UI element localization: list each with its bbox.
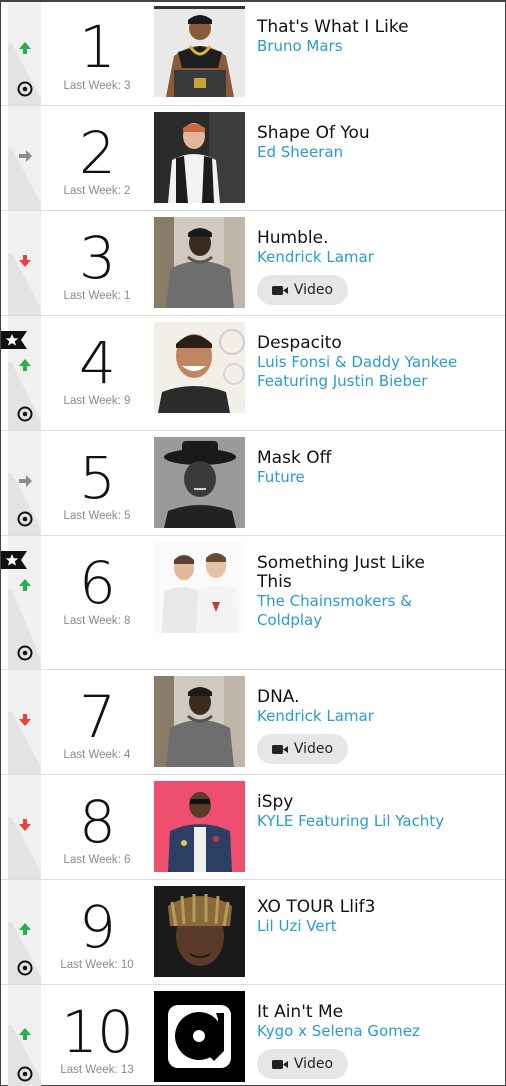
vinyl-record-icon (154, 991, 245, 1082)
chart-row: 8 Last Week: 6 iSpy KYLE Featuring Lil Y… (1, 775, 505, 880)
rank-number: 1 (79, 13, 116, 81)
target-icon[interactable] (17, 1066, 33, 1082)
new-peak-star-icon (1, 331, 27, 349)
chart-row: 9 Last Week: 10 XO TOUR Llif3 Lil Uzi Ve… (1, 880, 505, 985)
last-week: Last Week: 9 (63, 395, 131, 407)
trend-down-icon (16, 816, 34, 834)
song-title[interactable]: That's What I Like (257, 18, 497, 37)
last-week: Last Week: 13 (60, 1064, 134, 1076)
trend-up-icon (16, 39, 34, 57)
rank-number: 7 (79, 683, 116, 751)
trend-sidebar (8, 211, 41, 315)
song-title[interactable]: Despacito (257, 334, 497, 353)
album-art[interactable] (154, 542, 245, 633)
last-week: Last Week: 6 (63, 854, 131, 866)
artist-link[interactable]: Lil Uzi Vert (257, 917, 497, 936)
chart-row: 7 Last Week: 4 DNA. Kendrick Lamar Video (1, 670, 505, 775)
artist-link[interactable]: Ed Sheeran (257, 143, 497, 162)
trend-sidebar (8, 670, 41, 774)
trend-sidebar (8, 775, 41, 879)
song-title[interactable]: It Ain't Me (257, 1003, 497, 1022)
song-title[interactable]: Shape Of You (257, 124, 497, 143)
song-title[interactable]: XO TOUR Llif3 (257, 898, 497, 917)
song-title[interactable]: Humble. (257, 229, 497, 248)
target-icon[interactable] (17, 406, 33, 422)
album-art[interactable] (154, 886, 245, 977)
album-art[interactable] (154, 217, 245, 308)
album-art[interactable] (154, 6, 245, 97)
new-peak-star-icon (1, 551, 27, 569)
video-button[interactable]: Video (257, 1049, 348, 1079)
video-button[interactable]: Video (257, 734, 348, 764)
song-title[interactable]: Mask Off (257, 449, 497, 468)
rank-number: 10 (61, 998, 134, 1066)
video-camera-icon (271, 285, 288, 295)
chart-row: 4 Last Week: 9 Despacito Luis Fonsi & Da… (1, 316, 505, 431)
video-camera-icon (271, 1059, 288, 1069)
artist-link[interactable]: Future (257, 468, 497, 487)
artist-link[interactable]: Luis Fonsi & Daddy Yankee (257, 353, 497, 372)
video-camera-icon (271, 744, 288, 754)
artist-link-featuring[interactable]: Featuring Justin Bieber (257, 372, 497, 391)
rank-number: 2 (79, 119, 116, 187)
trend-same-icon (16, 472, 34, 490)
target-icon[interactable] (17, 645, 33, 661)
rank-number: 4 (79, 329, 116, 397)
chart-row: 3 Last Week: 1 Humble. Kendrick Lamar Vi… (1, 211, 505, 316)
trend-up-icon (16, 1025, 34, 1043)
target-icon[interactable] (17, 81, 33, 97)
rank-number: 3 (79, 224, 116, 292)
trend-up-icon (16, 356, 34, 374)
last-week: Last Week: 8 (63, 615, 131, 627)
album-art[interactable] (154, 437, 245, 528)
song-title[interactable]: Something Just Like This (257, 554, 457, 592)
album-art[interactable] (154, 676, 245, 767)
artist-link[interactable]: Kendrick Lamar (257, 248, 497, 267)
target-icon[interactable] (17, 960, 33, 976)
rank-number: 6 (79, 549, 116, 617)
trend-sidebar (8, 431, 41, 535)
rank-number: 9 (79, 893, 116, 961)
chart-row: 2 Last Week: 2 Shape Of You Ed Sheeran (1, 106, 505, 211)
trend-sidebar (8, 106, 41, 210)
artist-link-line2[interactable]: Coldplay (257, 611, 497, 630)
trend-up-icon (16, 920, 34, 938)
trend-down-icon (16, 252, 34, 270)
trend-sidebar (8, 2, 41, 105)
video-label: Video (293, 1056, 334, 1072)
trend-up-icon (16, 576, 34, 594)
last-week: Last Week: 10 (60, 959, 134, 971)
trend-down-icon (16, 711, 34, 729)
album-art[interactable] (154, 112, 245, 203)
chart-list: 1 Last Week: 3 That's What I Like Bruno … (0, 0, 506, 1086)
chart-row: 1 Last Week: 3 That's What I Like Bruno … (1, 2, 505, 106)
video-button[interactable]: Video (257, 275, 348, 305)
chart-row: 5 Last Week: 5 Mask Off Future (1, 431, 505, 536)
last-week: Last Week: 4 (63, 749, 131, 761)
song-title[interactable]: DNA. (257, 688, 497, 707)
artist-link[interactable]: Kendrick Lamar (257, 707, 497, 726)
album-art[interactable] (154, 991, 245, 1082)
video-label: Video (293, 282, 334, 298)
album-art[interactable] (154, 781, 245, 872)
song-title[interactable]: iSpy (257, 793, 497, 812)
artist-link[interactable]: KYLE Featuring Lil Yachty (257, 812, 497, 831)
artist-link[interactable]: Kygo x Selena Gomez (257, 1022, 497, 1041)
last-week: Last Week: 3 (63, 80, 131, 92)
last-week: Last Week: 5 (63, 510, 131, 522)
chart-row: 10 Last Week: 13 It Ain't Me Kygo x Sele… (1, 985, 505, 1086)
trend-same-icon (16, 147, 34, 165)
trend-sidebar (8, 880, 41, 984)
target-icon[interactable] (17, 511, 33, 527)
last-week: Last Week: 2 (63, 185, 131, 197)
artist-link[interactable]: The Chainsmokers & (257, 592, 497, 611)
chart-row: 6 Last Week: 8 Something Just Like This … (1, 536, 505, 670)
artist-link[interactable]: Bruno Mars (257, 37, 497, 56)
album-art[interactable] (154, 322, 245, 413)
last-week: Last Week: 1 (63, 290, 131, 302)
rank-number: 8 (79, 788, 116, 856)
trend-sidebar (8, 985, 41, 1086)
video-label: Video (293, 741, 334, 757)
rank-number: 5 (79, 444, 116, 512)
